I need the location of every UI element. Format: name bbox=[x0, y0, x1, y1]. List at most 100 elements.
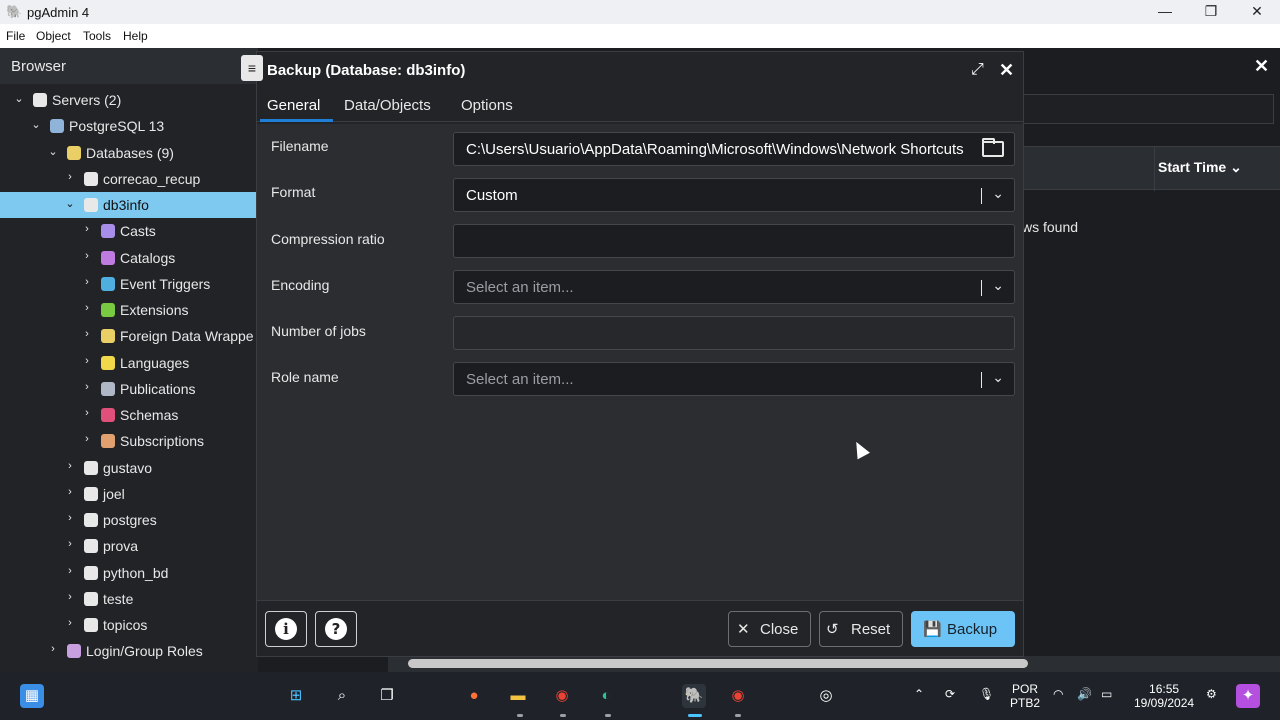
chevron-right-icon[interactable]: › bbox=[81, 276, 93, 288]
firefox-icon[interactable]: ● bbox=[462, 684, 486, 708]
chevron-right-icon[interactable]: › bbox=[64, 171, 76, 183]
clock[interactable]: 16:55 19/09/2024 bbox=[1134, 682, 1194, 710]
battery-icon[interactable]: ▭ bbox=[1101, 687, 1112, 701]
chrome-icon[interactable]: ◉ bbox=[550, 684, 574, 708]
copilot-icon[interactable]: ✦ bbox=[1236, 684, 1260, 708]
microphone-icon[interactable]: 🎙 bbox=[979, 687, 994, 701]
tree-item[interactable]: › python_bd bbox=[0, 560, 258, 586]
window-close-button[interactable]: ✕ bbox=[1234, 0, 1280, 24]
menu-help[interactable]: Help bbox=[123, 29, 148, 43]
format-select[interactable]: Custom ⌄ bbox=[453, 178, 1015, 212]
volume-icon[interactable]: 🔊 bbox=[1077, 687, 1092, 701]
chevron-right-icon[interactable]: › bbox=[64, 538, 76, 550]
reset-button[interactable]: ↺ Reset bbox=[819, 611, 903, 647]
chevron-right-icon[interactable]: › bbox=[81, 355, 93, 367]
menu-object[interactable]: Object bbox=[36, 29, 71, 43]
wifi-icon[interactable]: ◠ bbox=[1053, 687, 1063, 701]
chevron-right-icon[interactable]: › bbox=[64, 486, 76, 498]
tree-item[interactable]: › Publications bbox=[0, 376, 258, 402]
chevron-right-icon[interactable]: › bbox=[81, 381, 93, 393]
filter-input[interactable] bbox=[1022, 94, 1274, 124]
search-icon[interactable]: ⌕ bbox=[330, 684, 354, 708]
backup-button[interactable]: 💾 Backup bbox=[911, 611, 1015, 647]
chevron-right-icon[interactable]: › bbox=[81, 328, 93, 340]
filename-input[interactable]: C:\Users\Usuario\AppData\Roaming\Microso… bbox=[453, 132, 1015, 166]
horizontal-scrollbar[interactable] bbox=[388, 656, 1280, 672]
tree-item[interactable]: › joel bbox=[0, 481, 258, 507]
menu-tools[interactable]: Tools bbox=[83, 29, 111, 43]
tree-item-label: PostgreSQL 13 bbox=[69, 118, 165, 135]
tree-item[interactable]: › teste bbox=[0, 586, 258, 612]
tree-item[interactable]: › Event Triggers bbox=[0, 271, 258, 297]
tree-item[interactable]: › Login/Group Roles bbox=[0, 638, 258, 664]
restore-button[interactable]: ❐ bbox=[1188, 0, 1234, 24]
tree-item[interactable]: › Catalogs bbox=[0, 245, 258, 271]
tree-item[interactable]: ⌄ db3info bbox=[0, 192, 258, 218]
chrome-icon[interactable]: ◉ bbox=[726, 684, 750, 708]
tab-options[interactable]: Options bbox=[461, 97, 513, 114]
tree-item[interactable]: › postgres bbox=[0, 507, 258, 533]
save-icon: 💾 bbox=[923, 621, 942, 638]
tree-item[interactable]: › Languages bbox=[0, 350, 258, 376]
tree-item[interactable]: ⌄ PostgreSQL 13 bbox=[0, 113, 258, 139]
task-view-icon[interactable]: ❐ bbox=[375, 684, 399, 708]
chevron-down-icon[interactable]: ⌄ bbox=[992, 185, 1004, 202]
folder-icon[interactable] bbox=[982, 138, 1004, 157]
tree-item[interactable]: › Foreign Data Wrappe bbox=[0, 323, 258, 349]
file-explorer-icon[interactable]: ▬ bbox=[506, 684, 530, 708]
chevron-down-icon[interactable]: ⌄ bbox=[47, 145, 59, 158]
start-icon[interactable]: ⊞ bbox=[284, 684, 308, 708]
role-name-select[interactable]: Select an item... ⌄ bbox=[453, 362, 1015, 396]
tree-item[interactable]: › topicos bbox=[0, 612, 258, 638]
minimize-button[interactable]: — bbox=[1142, 0, 1188, 24]
number-of-jobs-input[interactable] bbox=[453, 316, 1015, 350]
scrollbar-thumb[interactable] bbox=[408, 659, 1028, 668]
maximize-icon[interactable]: ⤢ bbox=[971, 61, 984, 79]
chevron-down-icon[interactable]: ⌄ bbox=[992, 277, 1004, 294]
compression-ratio-input[interactable] bbox=[453, 224, 1015, 258]
sync-icon[interactable]: ⟳ bbox=[945, 687, 955, 701]
chevron-down-icon[interactable]: ⌄ bbox=[64, 197, 76, 210]
chevron-right-icon[interactable]: › bbox=[64, 565, 76, 577]
chevron-down-icon[interactable]: ⌄ bbox=[13, 92, 25, 105]
tree-item[interactable]: › prova bbox=[0, 533, 258, 559]
chevron-right-icon[interactable]: › bbox=[81, 223, 93, 235]
database-icon bbox=[84, 486, 98, 501]
tree-item[interactable]: › gustavo bbox=[0, 455, 258, 481]
chevron-right-icon[interactable]: › bbox=[64, 591, 76, 603]
tray-chevron-up-icon[interactable]: ⌃ bbox=[914, 687, 924, 701]
chevron-right-icon[interactable]: › bbox=[47, 643, 59, 655]
tree-item[interactable]: › Schemas bbox=[0, 402, 258, 428]
panel-close-icon[interactable]: ✕ bbox=[1254, 56, 1269, 77]
chevron-down-icon[interactable]: ⌄ bbox=[992, 369, 1004, 386]
close-button[interactable]: ✕ Close bbox=[728, 611, 811, 647]
widgets-icon[interactable]: ▦ bbox=[20, 684, 44, 708]
tree-item[interactable]: ⌄ Servers (2) bbox=[0, 87, 258, 113]
obs-icon[interactable]: ◎ bbox=[814, 684, 838, 708]
tree-item[interactable]: › Casts bbox=[0, 218, 258, 244]
chevron-right-icon[interactable]: › bbox=[64, 512, 76, 524]
chevron-right-icon[interactable]: › bbox=[81, 433, 93, 445]
chevron-right-icon[interactable]: › bbox=[81, 407, 93, 419]
chevron-right-icon[interactable]: › bbox=[64, 617, 76, 629]
tree-item[interactable]: ⌄ Databases (9) bbox=[0, 140, 258, 166]
pgadmin-taskbar-icon[interactable]: 🐘 bbox=[682, 684, 706, 708]
tree-item[interactable]: › Subscriptions bbox=[0, 428, 258, 454]
tree-item[interactable]: › correcao_recup bbox=[0, 166, 258, 192]
dialog-close-icon[interactable]: ✕ bbox=[999, 60, 1014, 81]
notification-settings-icon[interactable]: ⚙ bbox=[1206, 687, 1217, 701]
tab-general[interactable]: General bbox=[267, 97, 320, 114]
info-button[interactable]: i bbox=[265, 611, 307, 647]
chevron-down-icon[interactable]: ⌄ bbox=[30, 118, 42, 131]
chevron-right-icon[interactable]: › bbox=[81, 250, 93, 262]
help-button[interactable]: ? bbox=[315, 611, 357, 647]
chevron-right-icon[interactable]: › bbox=[81, 302, 93, 314]
start-time-column-header[interactable]: Start Time ⌄ bbox=[1158, 159, 1242, 176]
language-indicator[interactable]: POR PTB2 bbox=[1010, 682, 1040, 710]
edge-icon[interactable]: ◐ bbox=[594, 684, 618, 708]
encoding-select[interactable]: Select an item... ⌄ bbox=[453, 270, 1015, 304]
tab-data-objects[interactable]: Data/Objects bbox=[344, 97, 431, 114]
chevron-right-icon[interactable]: › bbox=[64, 460, 76, 472]
tree-item[interactable]: › Extensions bbox=[0, 297, 258, 323]
menu-file[interactable]: File bbox=[6, 29, 25, 43]
